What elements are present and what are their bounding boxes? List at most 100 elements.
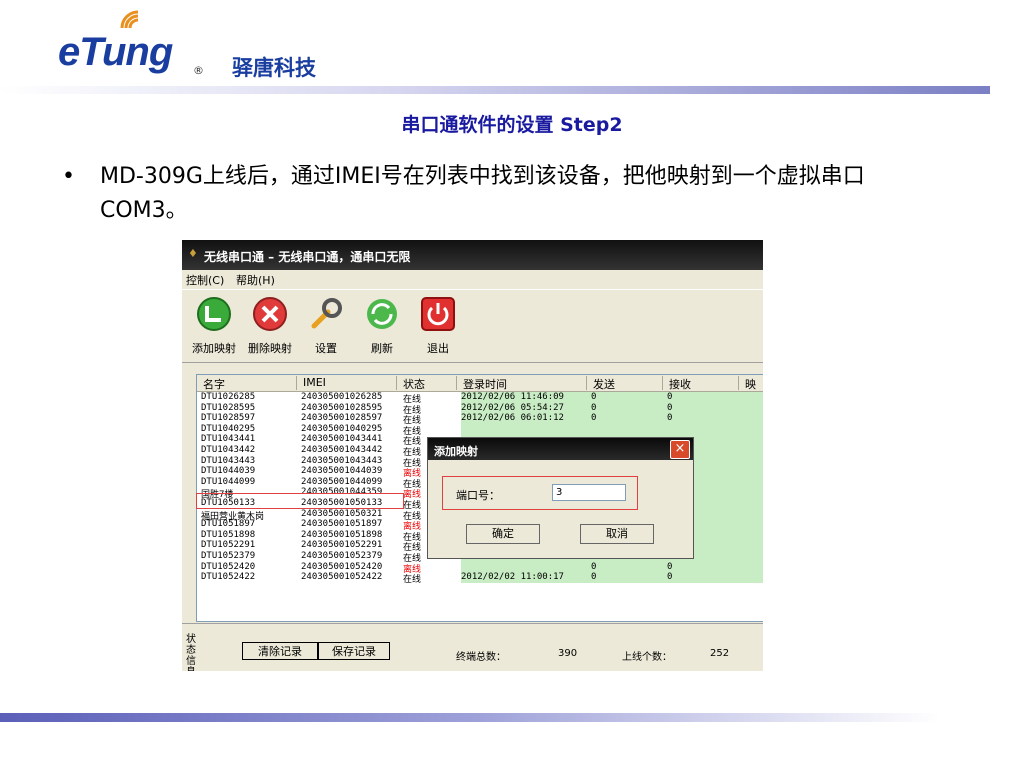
menu-control[interactable]: 控制(C): [186, 272, 224, 288]
window-titlebar: ♦ 无线串口通 – 无线串口通，通串口无限: [182, 240, 763, 270]
menu-help[interactable]: 帮助(H): [236, 272, 275, 288]
clear-log-button[interactable]: 清除记录: [242, 642, 318, 660]
port-input[interactable]: 3: [552, 484, 626, 501]
ok-button[interactable]: 确定: [466, 524, 540, 544]
table-cell: 240305001028595: [301, 402, 383, 413]
exit-label: 退出: [427, 342, 449, 355]
table-cell: 240305001052291: [301, 540, 383, 551]
table-cell: DTU1052379: [201, 550, 256, 561]
table-row[interactable]: DTU1026285 240305001026285 在线 2012/02/06 11…: [197, 392, 763, 405]
delete-map-button[interactable]: 删除映射: [242, 294, 298, 358]
table-row[interactable]: DTU1028595 240305001028595 在线 2012/02/06 05…: [197, 402, 763, 416]
table-cell: 2012/02/06 06:01:12: [461, 413, 564, 424]
table-cell: DTU1043443: [201, 455, 256, 466]
table-header: 名字 IMEI 状态 登录时间 发送 接收 映: [197, 375, 763, 392]
table-cell: 0: [667, 402, 673, 413]
table-cell: 0: [591, 561, 597, 572]
status-label: 状态信息: [186, 634, 196, 671]
bullet-dot: •: [62, 164, 75, 189]
power-icon: [421, 297, 455, 331]
refresh-button[interactable]: 刷新: [354, 294, 410, 358]
port-label: 端口号：: [456, 489, 500, 502]
window-title: 无线串口通 – 无线串口通，通串口无限: [204, 250, 411, 264]
logo: eTung: [58, 30, 173, 74]
table-cell: DTU1051898: [201, 529, 256, 540]
table-cell: DTU1028597: [201, 413, 256, 424]
table-cell: 0: [591, 572, 597, 583]
online-count: 252: [710, 648, 730, 659]
table-row[interactable]: DTU1040295 240305001040295 在线: [197, 423, 763, 437]
registered-mark: ®: [193, 64, 204, 77]
add-map-button[interactable]: 添加映射: [186, 294, 242, 358]
table-cell: 240305001044099: [301, 476, 383, 487]
brand-name: 驿唐科技: [232, 56, 316, 80]
table-cell: DTU1043441: [201, 434, 256, 445]
table-cell: 0: [667, 572, 673, 583]
table-cell: 240305001052422: [301, 572, 383, 583]
selected-row-highlight: [196, 493, 404, 509]
slide-title: 串口通软件的设置 Step2: [401, 114, 623, 136]
toolbar: 添加映射 删除映射 设置 刷新 退出: [182, 289, 763, 363]
col-name[interactable]: 名字: [197, 376, 297, 391]
table-cell: 0: [591, 402, 597, 413]
bullet-text: MD-309G上线后，通过IMEI号在列表中找到该设备，把他映射到一个虚拟串口C…: [100, 164, 865, 223]
add-map-icon: [197, 297, 231, 331]
table-cell: 240305001051898: [301, 529, 383, 540]
table-cell: DTU1052291: [201, 540, 256, 551]
table-cell: 240305001050321: [301, 508, 383, 519]
col-imei[interactable]: IMEI: [297, 376, 397, 390]
col-status[interactable]: 状态: [397, 376, 457, 391]
table-row[interactable]: DTU1052420 240305001052420 离线 0 0: [197, 561, 763, 575]
table-cell: 240305001043441: [301, 434, 383, 445]
table-cell: 2012/02/06 11:46:09: [461, 392, 564, 402]
settings-button[interactable]: 设置: [298, 294, 354, 358]
table-cell: 240305001051897: [301, 519, 383, 530]
row-status-band: [461, 423, 763, 435]
table-cell: 240305001040295: [301, 423, 383, 434]
header-bar: [0, 86, 990, 94]
table-cell: 240305001052420: [301, 561, 383, 572]
table-cell: 0: [591, 413, 597, 424]
col-login-time[interactable]: 登录时间: [457, 376, 587, 391]
table-row[interactable]: DTU1028597 240305001028597 在线 2012/02/06 06…: [197, 413, 763, 426]
table-cell: 240305001026285: [301, 392, 383, 402]
wrench-icon: [311, 298, 342, 329]
save-log-button[interactable]: 保存记录: [318, 642, 390, 660]
col-map[interactable]: 映: [739, 376, 763, 391]
table-cell: DTU1028595: [201, 402, 256, 413]
table-cell: 2012/02/06 05:54:27: [461, 402, 564, 413]
col-received[interactable]: 接收: [663, 376, 739, 391]
cancel-button[interactable]: 取消: [580, 524, 654, 544]
table-cell: 在线: [403, 575, 422, 586]
table-cell: DTU1051897: [201, 519, 256, 530]
table-cell: 240305001028597: [301, 413, 383, 424]
delete-map-icon: [253, 297, 287, 331]
table-cell: DTU1044099: [201, 476, 256, 487]
online-label: 上线个数：: [622, 652, 672, 663]
table-cell: 2012/02/02 11:00:17: [461, 572, 564, 583]
signal-icon: [118, 8, 148, 30]
add-mapping-dialog: 添加映射 × 端口号： 3 确定 取消: [427, 437, 694, 559]
table-cell: 0: [667, 392, 673, 402]
exit-button[interactable]: 退出: [410, 294, 466, 358]
table-cell: 0: [591, 392, 597, 402]
menu-bar: 控制(C) 帮助(H): [182, 270, 763, 288]
dialog-title: 添加映射: [434, 445, 478, 458]
dialog-titlebar: 添加映射 ×: [428, 438, 693, 460]
row-status-band: [461, 561, 763, 573]
table-cell: 240305001043442: [301, 444, 383, 455]
table-cell: DTU1040295: [201, 423, 256, 434]
table-cell: 240305001043443: [301, 455, 383, 466]
refresh-icon: [367, 299, 397, 329]
table-cell: DTU1052422: [201, 572, 256, 583]
total-count: 390: [558, 648, 578, 659]
table-cell: 0: [667, 561, 673, 572]
table-cell: 240305001052379: [301, 550, 383, 561]
col-sent[interactable]: 发送: [587, 376, 663, 391]
status-panel: 状态信息 清除记录 保存记录 终端总数： 390 上线个数： 252: [182, 623, 763, 671]
table-cell: DTU1044039: [201, 466, 256, 477]
table-cell: DTU1052420: [201, 561, 256, 572]
close-icon[interactable]: ×: [670, 440, 690, 459]
table-cell: DTU1026285: [201, 392, 256, 402]
table-row[interactable]: DTU1052422 240305001052422 在线 2012/02/02 11…: [197, 572, 763, 586]
